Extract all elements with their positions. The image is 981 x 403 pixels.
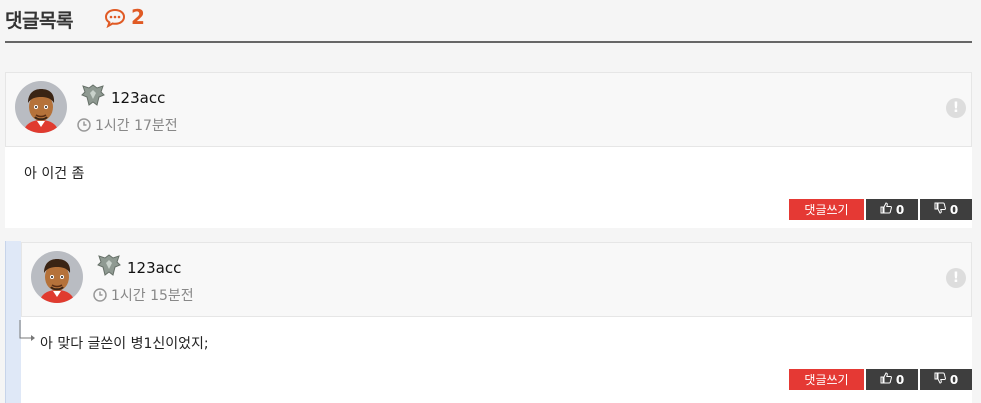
comment-header: 123acc 1시간 17분전 ! [5, 72, 972, 147]
thumbs-up-icon [880, 372, 892, 387]
clock-icon [93, 287, 107, 302]
like-button[interactable]: 0 [866, 199, 918, 220]
thumbs-down-icon [934, 202, 946, 217]
level-badge-icon [96, 253, 122, 279]
thumbs-down-icon [934, 372, 946, 387]
username[interactable]: 123acc [127, 259, 181, 277]
thumbs-up-icon [880, 202, 892, 217]
level-badge-icon [80, 83, 106, 109]
dislike-button[interactable]: 0 [920, 199, 972, 220]
dislike-button[interactable]: 0 [920, 369, 972, 390]
comments-header: 댓글목록 2 [5, 0, 972, 43]
comment-time: 1시간 15분전 [111, 288, 194, 304]
comment-item: 123acc 1시간 17분전 ! 아 이건 좀 댓글쓰기 0 0 [5, 72, 972, 228]
comment-header: 123acc 1시간 15분전 ! [21, 242, 972, 317]
comment-icon [104, 8, 126, 29]
comment-actions: 댓글쓰기 0 0 [789, 369, 972, 390]
dislike-count: 0 [949, 202, 959, 217]
more-icon[interactable]: ! [946, 98, 966, 118]
reply-button[interactable]: 댓글쓰기 [789, 199, 864, 220]
like-button[interactable]: 0 [866, 369, 918, 390]
comment-time: 1시간 17분전 [95, 118, 178, 134]
reply-arrow-icon [19, 319, 37, 343]
more-icon[interactable]: ! [946, 268, 966, 288]
username[interactable]: 123acc [111, 89, 165, 107]
avatar[interactable] [15, 81, 67, 133]
comment-count: 2 [131, 5, 145, 29]
comment-item: 123acc 1시간 15분전 ! 아 맞다 글쓴이 병1신이었지; 댓글쓰기 … [21, 242, 972, 403]
comment-text: 아 이건 좀 [24, 166, 85, 182]
like-count: 0 [895, 202, 905, 217]
comment-text: 아 맞다 글쓴이 병1신이었지; [40, 336, 209, 352]
clock-icon [77, 117, 91, 132]
dislike-count: 0 [949, 372, 959, 387]
avatar[interactable] [31, 251, 83, 303]
reply-button[interactable]: 댓글쓰기 [789, 369, 864, 390]
comment-actions: 댓글쓰기 0 0 [789, 199, 972, 220]
comments-title: 댓글목록 [5, 10, 73, 32]
like-count: 0 [895, 372, 905, 387]
